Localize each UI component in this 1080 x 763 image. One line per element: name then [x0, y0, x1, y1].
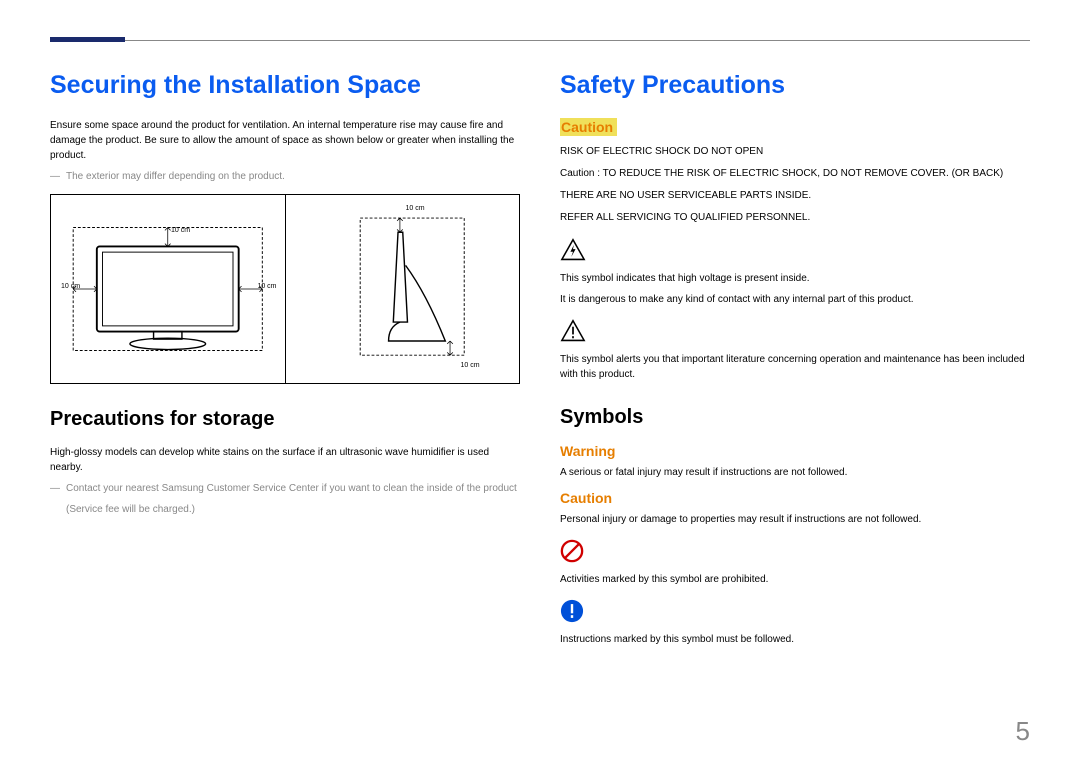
- caution-line-4: REFER ALL SERVICING TO QUALIFIED PERSONN…: [560, 210, 1030, 226]
- warning-body: A serious or fatal injury may result if …: [560, 465, 1030, 480]
- caution-line-2: Caution : TO REDUCE THE RISK OF ELECTRIC…: [560, 166, 1030, 182]
- heading-symbols: Symbols: [560, 406, 1030, 429]
- heading-safety-precautions: Safety Precautions: [560, 71, 1030, 100]
- monitor-front-svg: [59, 203, 277, 375]
- diagram-side-view: 10 cm 10 cm: [286, 195, 520, 383]
- storage-note-sub: (Service fee will be charged.): [50, 502, 520, 517]
- mandatory-icon: [560, 599, 584, 623]
- intro-text: Ensure some space around the product for…: [50, 118, 520, 163]
- header-accent: [50, 37, 125, 42]
- page-number: 5: [1016, 716, 1030, 747]
- heading-installation-space: Securing the Installation Space: [50, 71, 520, 100]
- diagram-front-view: 10 cm 10 cm 10 cm: [51, 195, 286, 383]
- heading-storage-precautions: Precautions for storage: [50, 408, 520, 431]
- follow-body: Instructions marked by this symbol must …: [560, 632, 1030, 647]
- caution2-body: Personal injury or damage to properties …: [560, 512, 1030, 527]
- warning-label: Warning: [560, 443, 1030, 459]
- monitor-side-svg: [294, 203, 512, 375]
- high-voltage-icon-row: [560, 238, 1030, 267]
- caution-line-1: RISK OF ELECTRIC SHOCK DO NOT OPEN: [560, 144, 1030, 160]
- dim-side-bottom: 10 cm: [461, 362, 480, 369]
- dim-left: 10 cm: [61, 283, 80, 290]
- hv-symbol-text-2: It is dangerous to make any kind of cont…: [560, 292, 1030, 307]
- caution-line-3: THERE ARE NO USER SERVICEABLE PARTS INSI…: [560, 188, 1030, 204]
- header-rule: [50, 40, 1030, 41]
- content-columns: Securing the Installation Space Ensure s…: [50, 71, 1030, 653]
- prohibit-icon-row: [560, 539, 1030, 568]
- hv-symbol-text-1: This symbol indicates that high voltage …: [560, 271, 1030, 286]
- follow-icon-row: [560, 599, 1030, 628]
- prohibit-body: Activities marked by this symbol are pro…: [560, 572, 1030, 587]
- caution2-label: Caution: [560, 490, 1030, 506]
- literature-icon-row: [560, 319, 1030, 348]
- left-column: Securing the Installation Space Ensure s…: [50, 71, 520, 653]
- literature-symbol-text: This symbol alerts you that important li…: [560, 352, 1030, 382]
- prohibit-icon: [560, 539, 584, 563]
- exclamation-triangle-icon: [560, 319, 586, 343]
- storage-note: Contact your nearest Samsung Customer Se…: [50, 481, 520, 496]
- exterior-note: The exterior may differ depending on the…: [50, 169, 520, 184]
- ventilation-diagram: 10 cm 10 cm 10 cm 10 cm 10 cm: [50, 194, 520, 384]
- dim-right: 10 cm: [257, 283, 276, 290]
- right-column: Safety Precautions Caution RISK OF ELECT…: [560, 71, 1030, 653]
- caution-label: Caution: [560, 118, 617, 136]
- high-voltage-icon: [560, 238, 586, 262]
- storage-body: High-glossy models can develop white sta…: [50, 445, 520, 475]
- dim-top: 10 cm: [171, 227, 190, 234]
- dim-side-top: 10 cm: [406, 205, 425, 212]
